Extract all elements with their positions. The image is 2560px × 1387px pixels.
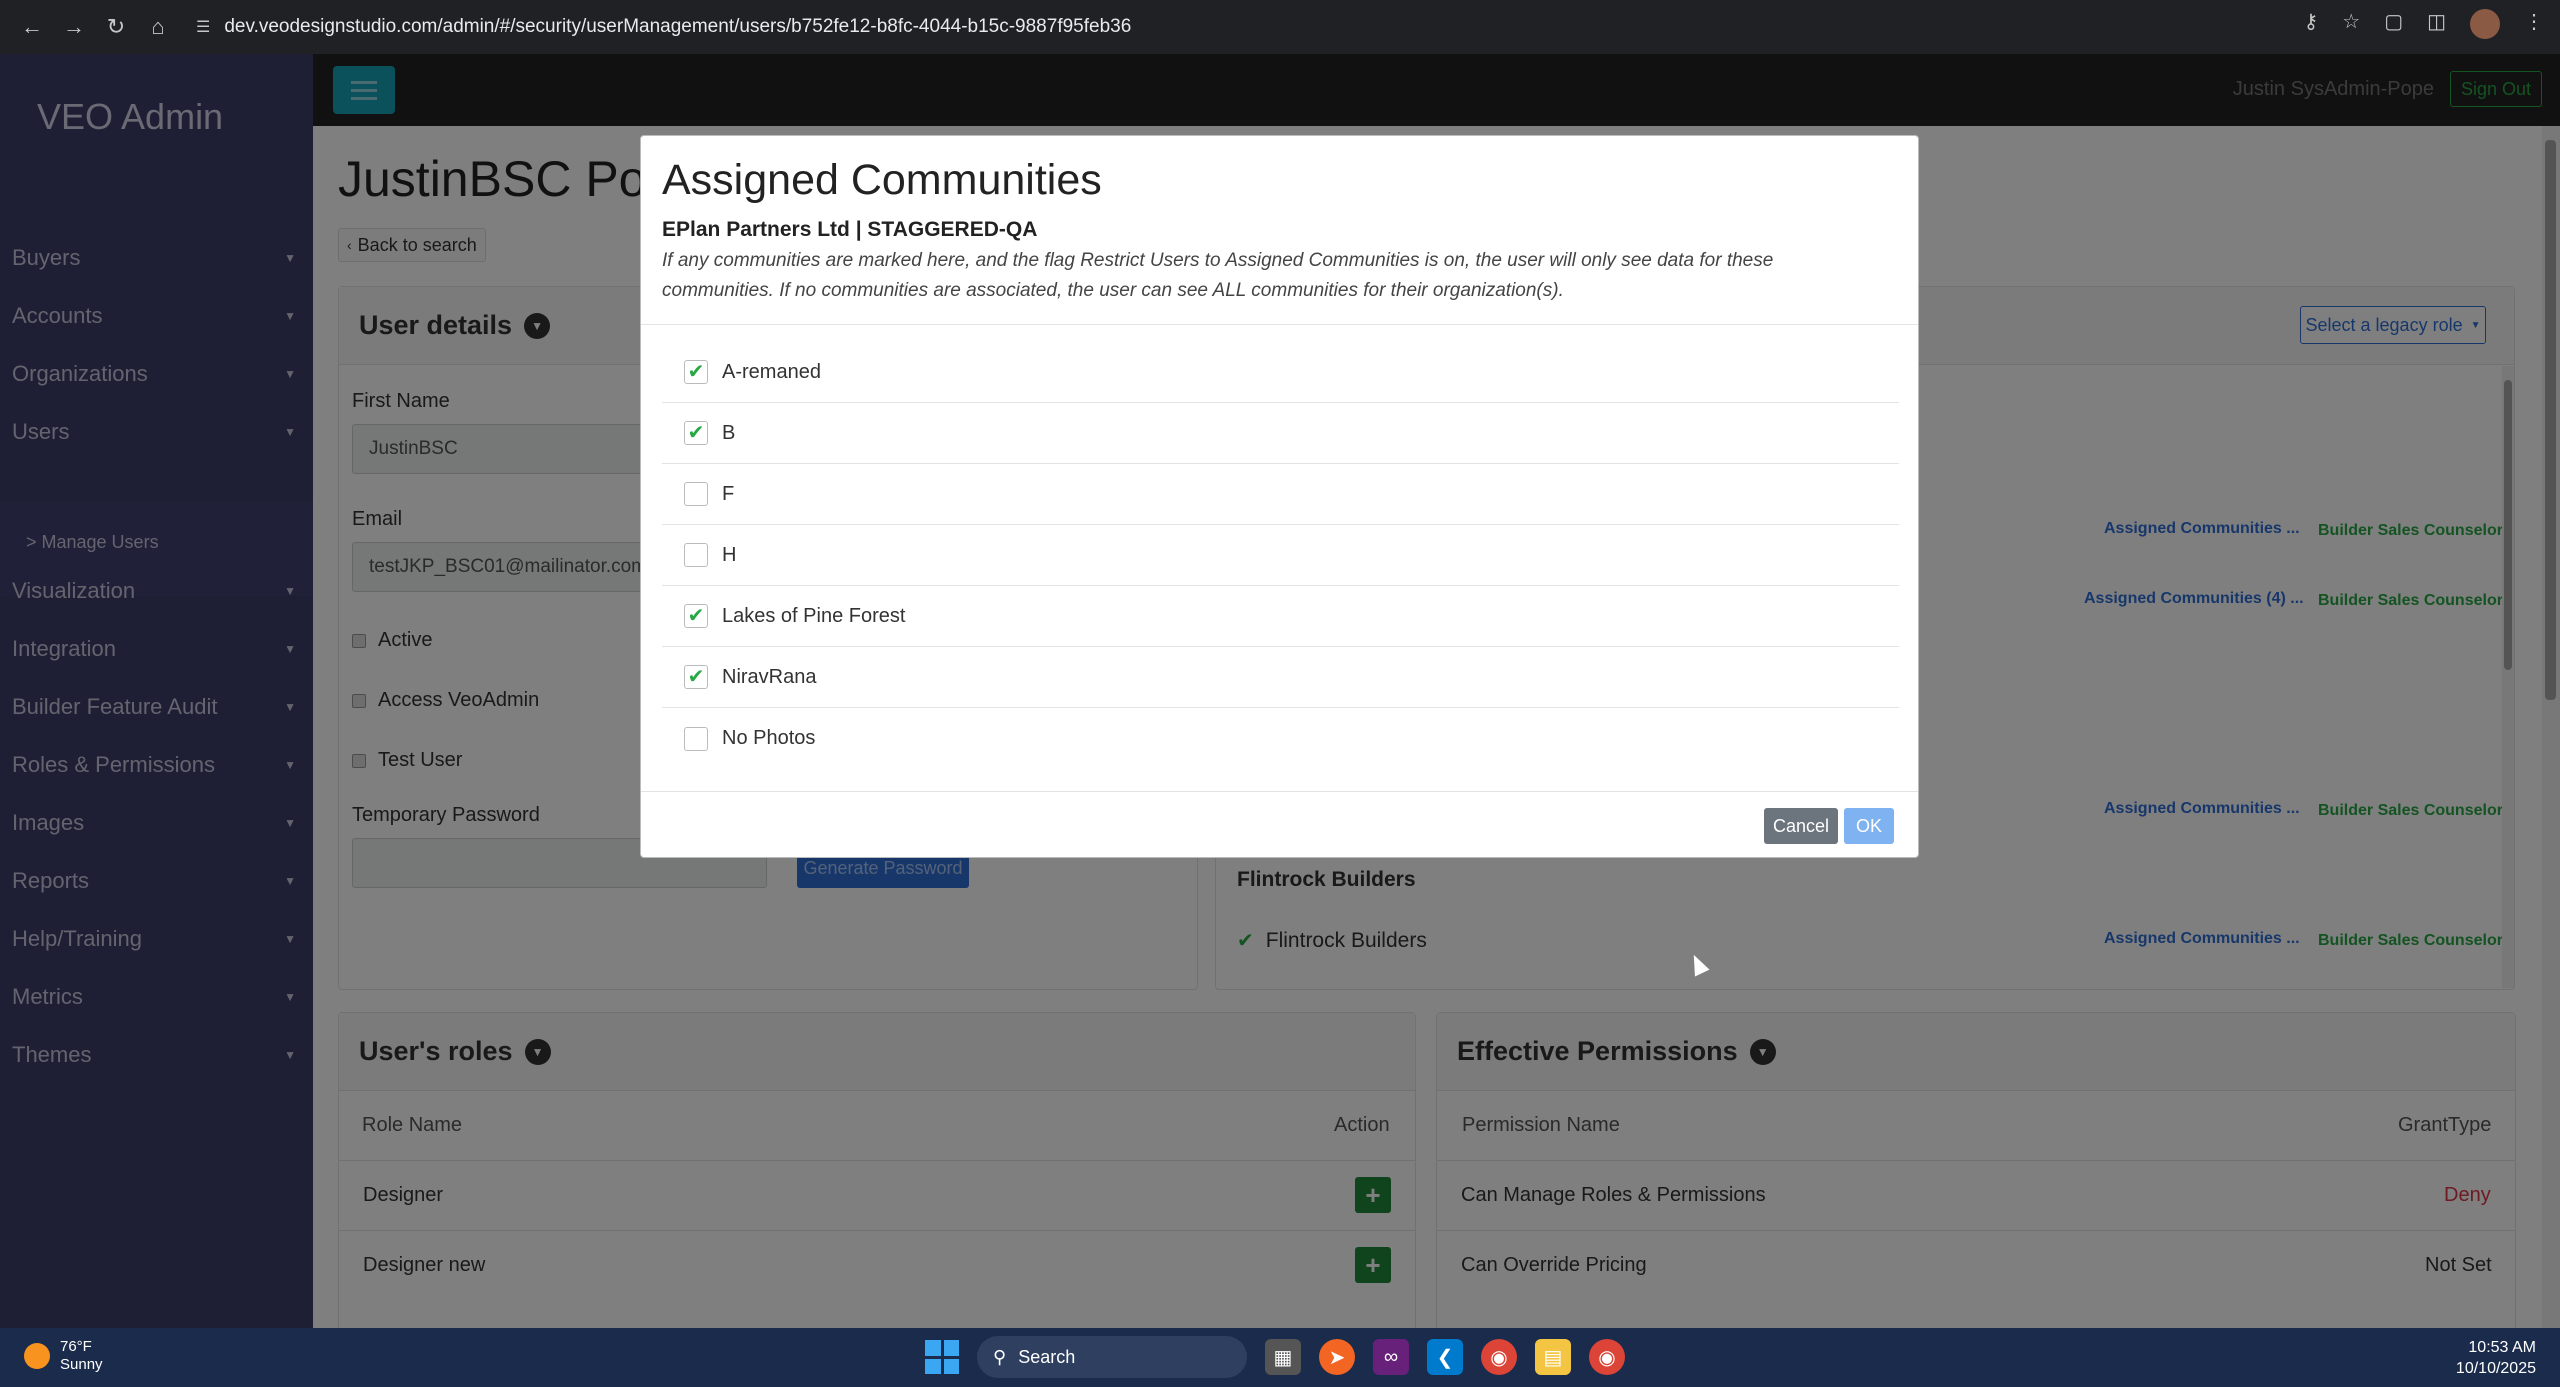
taskbar-apps: ⚲ Search ▦ ➤ ∞ ❮ ◉ ▤ ◉: [925, 1336, 1625, 1378]
checkbox-checked[interactable]: ✔: [684, 421, 708, 445]
ok-button[interactable]: OK: [1844, 808, 1894, 844]
assigned-communities-modal: Assigned Communities EPlan Partners Ltd …: [640, 135, 1919, 858]
checkbox-checked[interactable]: ✔: [684, 665, 708, 689]
checkbox-checked[interactable]: ✔: [684, 604, 708, 628]
url-text: dev.veodesignstudio.com/admin/#/security…: [224, 16, 1132, 37]
weather-text: 76°F Sunny: [60, 1338, 103, 1374]
browser-toolbar: ← → ↻ ⌂ ☰ dev.veodesignstudio.com/admin/…: [0, 0, 2560, 54]
checkbox-unchecked[interactable]: [684, 482, 708, 506]
home-icon[interactable]: ⌂: [140, 9, 176, 45]
chrome-icon[interactable]: ◉: [1481, 1339, 1517, 1375]
key-icon[interactable]: ⚷: [2304, 9, 2319, 39]
back-arrow-icon[interactable]: ←: [14, 9, 50, 45]
modal-subtitle: EPlan Partners Ltd | STAGGERED-QA: [662, 218, 1038, 241]
list-item[interactable]: ✔ A-remaned: [662, 342, 1899, 403]
list-item[interactable]: H: [662, 525, 1899, 586]
modal-title: Assigned Communities: [662, 156, 1102, 204]
visual-studio-icon[interactable]: ∞: [1373, 1339, 1409, 1375]
cancel-button[interactable]: Cancel: [1764, 808, 1838, 844]
address-bar[interactable]: ☰ dev.veodesignstudio.com/admin/#/securi…: [196, 9, 2216, 45]
list-item[interactable]: F: [662, 464, 1899, 525]
taskbar-search[interactable]: ⚲ Search: [977, 1336, 1247, 1378]
community-list: ✔ A-remaned ✔ B F H ✔ Lakes of Pine Forest …: [662, 342, 1899, 769]
clock-time: 10:53 AM: [2468, 1339, 2536, 1356]
weather-widget[interactable]: 76°F Sunny: [24, 1338, 103, 1374]
reload-icon[interactable]: ↻: [98, 9, 134, 45]
extensions-icon[interactable]: ▢: [2384, 9, 2403, 39]
community-label: B: [722, 421, 736, 444]
task-view-icon[interactable]: ▦: [1265, 1339, 1301, 1375]
checkbox-unchecked[interactable]: [684, 543, 708, 567]
checkbox-checked[interactable]: ✔: [684, 360, 708, 384]
community-label: A-remaned: [722, 360, 821, 383]
star-icon[interactable]: ☆: [2342, 9, 2360, 39]
community-label: H: [722, 543, 737, 566]
list-item[interactable]: ✔ NiravRana: [662, 647, 1899, 708]
list-item[interactable]: ✔ B: [662, 403, 1899, 464]
list-item[interactable]: ✔ Lakes of Pine Forest: [662, 586, 1899, 647]
sun-icon: [24, 1343, 50, 1369]
clock-date: 10/10/2025: [2455, 1360, 2536, 1377]
checkbox-unchecked[interactable]: [684, 726, 708, 751]
list-item[interactable]: No Photos: [662, 708, 1899, 769]
weather-temp: 76°F: [60, 1338, 92, 1355]
taskbar: 76°F Sunny ⚲ Search ▦ ➤ ∞ ❮ ◉ ▤ ◉ 10:53 A…: [0, 1328, 2560, 1387]
community-label: No Photos: [722, 727, 816, 749]
search-icon: ⚲: [993, 1346, 1007, 1367]
site-info-icon[interactable]: ☰: [196, 17, 210, 37]
modal-footer: [641, 791, 1918, 859]
system-clock[interactable]: 10:53 AM 10/10/2025: [2456, 1337, 2536, 1379]
weather-condition: Sunny: [60, 1356, 103, 1373]
profile-avatar[interactable]: [2470, 9, 2500, 39]
browser-actions: ⚷ ☆ ▢ ◫ ⋮: [2304, 9, 2544, 39]
community-label: F: [722, 482, 735, 505]
tab-search-icon[interactable]: ◫: [2427, 9, 2446, 39]
file-explorer-icon[interactable]: ▤: [1535, 1339, 1571, 1375]
community-label: Lakes of Pine Forest: [722, 604, 906, 627]
chrome-active-icon[interactable]: ◉: [1589, 1339, 1625, 1375]
search-label: Search: [1018, 1346, 1076, 1367]
community-label: NiravRana: [722, 665, 817, 688]
postman-icon[interactable]: ➤: [1319, 1339, 1355, 1375]
forward-arrow-icon[interactable]: →: [56, 9, 92, 45]
vscode-icon[interactable]: ❮: [1427, 1339, 1463, 1375]
modal-description: If any communities are marked here, and …: [662, 250, 1774, 301]
menu-icon[interactable]: ⋮: [2524, 9, 2544, 39]
windows-start-icon[interactable]: [925, 1340, 959, 1374]
